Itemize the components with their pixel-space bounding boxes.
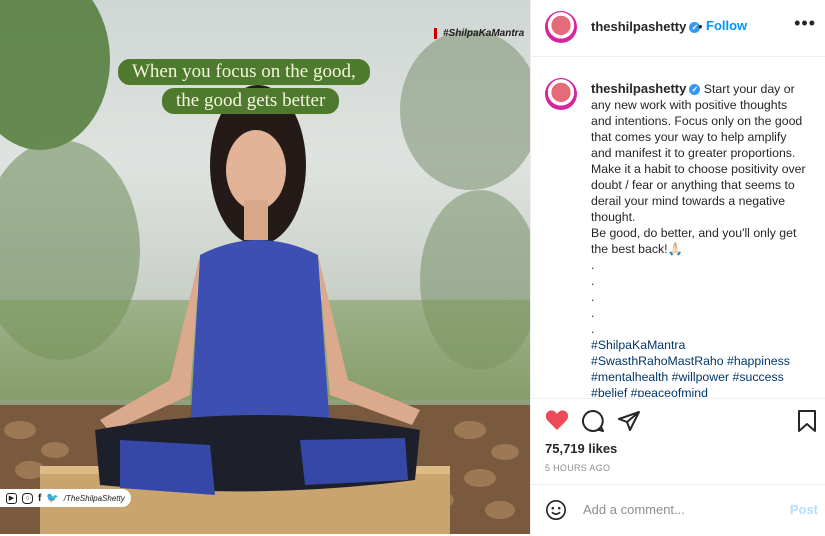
caption-avatar[interactable] (545, 78, 577, 110)
more-icon[interactable]: ••• (794, 13, 816, 34)
caption-username-text[interactable]: theshilpashetty (591, 81, 686, 96)
social-handle: /TheShilpaShetty (63, 493, 125, 503)
post-photo[interactable]: When you focus on the good, the good get… (0, 0, 530, 534)
emoji-icon[interactable] (545, 499, 567, 521)
social-handles-strip: ▶ ○ f 🐦 /TheShilpaShetty (0, 489, 131, 507)
caption: theshilpashetty ✓ Start your day or any n… (591, 81, 809, 397)
post-comment-button[interactable]: Post (790, 502, 818, 517)
comment-input[interactable] (581, 501, 785, 518)
caption-username[interactable]: theshilpashetty ✓ (591, 81, 701, 96)
post-header: theshilpashetty ✓ • Follow ••• (531, 0, 825, 57)
instagram-icon: ○ (22, 492, 33, 504)
post-actions: 75,719 likes 5 HOURS AGO Post (531, 398, 825, 535)
caption-text: Start your day or any new work with posi… (591, 82, 806, 336)
comment-icon[interactable] (581, 409, 605, 433)
heart-icon[interactable] (545, 409, 569, 431)
hashtag-stamp: #ShilpaKaMantra (434, 28, 524, 39)
facebook-icon: f (38, 492, 42, 504)
header-username-text[interactable]: theshilpashetty (591, 19, 686, 34)
header-username[interactable]: theshilpashetty ✓ (591, 19, 701, 34)
post-time[interactable]: 5 HOURS AGO (545, 463, 610, 473)
likes-count[interactable]: 75,719 likes (545, 441, 617, 456)
twitter-icon: 🐦 (46, 492, 59, 504)
quote-line-2: the good gets better (162, 88, 340, 114)
caption-area: theshilpashetty ✓ Start your day or any n… (531, 57, 825, 397)
comment-bar: Post (531, 484, 825, 536)
caption-hashtags[interactable]: #ShilpaKaMantra #SwasthRahoMastRaho #hap… (591, 337, 809, 397)
youtube-icon: ▶ (6, 492, 17, 504)
header-separator: • (698, 19, 703, 34)
share-icon[interactable] (617, 409, 641, 433)
post-side-panel: theshilpashetty ✓ • Follow ••• theshilpas… (530, 0, 825, 534)
quote-line-1: When you focus on the good, (118, 59, 370, 85)
verified-icon: ✓ (689, 84, 701, 95)
bookmark-icon[interactable] (796, 409, 818, 433)
follow-button[interactable]: Follow (706, 18, 747, 33)
avatar[interactable] (545, 11, 577, 43)
